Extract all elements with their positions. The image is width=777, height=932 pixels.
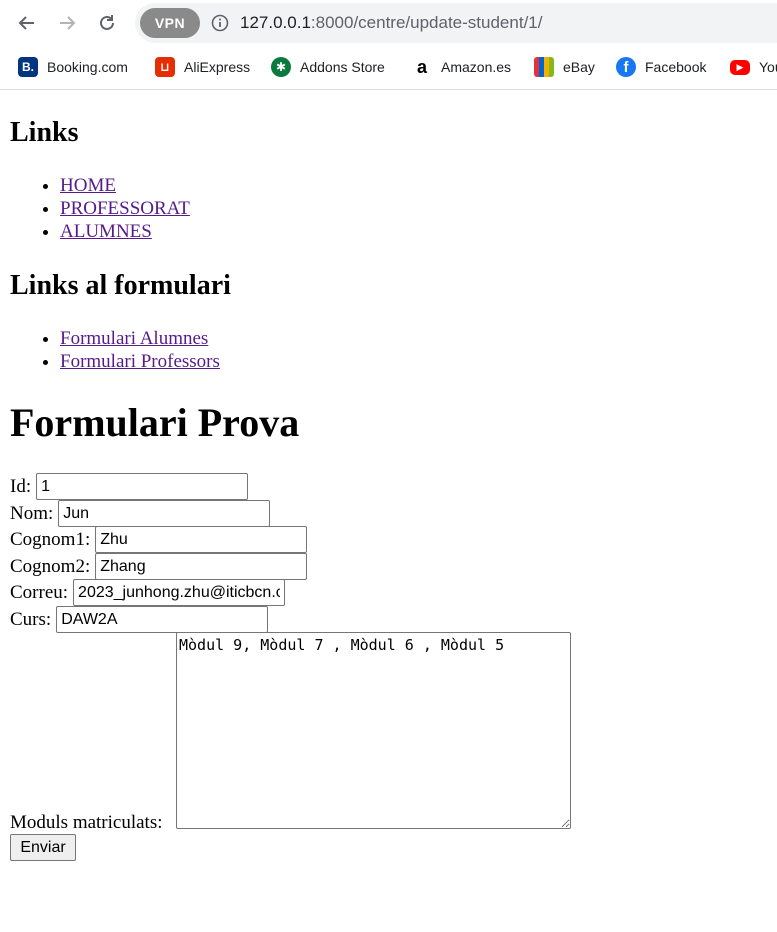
bookmark-label: eBay — [563, 59, 595, 75]
booking-icon: B. — [18, 57, 38, 77]
moduls-label: Moduls matriculats: — [10, 812, 163, 833]
cognom1-label: Cognom1: — [10, 528, 91, 550]
id-input[interactable] — [36, 473, 249, 500]
back-button[interactable] — [12, 8, 42, 38]
nom-input[interactable] — [58, 500, 271, 527]
site-info-icon[interactable] — [211, 14, 229, 32]
form-links-heading: Links al formulari — [10, 270, 231, 301]
link-home[interactable]: HOME — [60, 175, 116, 196]
links-heading: Links — [10, 117, 79, 148]
list-item: HOME — [60, 174, 190, 197]
submit-button[interactable]: Enviar — [10, 834, 76, 861]
list-item: Formulari Alumnes — [60, 327, 220, 350]
reload-icon — [100, 15, 114, 30]
url-text[interactable]: 127.0.0.1:8000/centre/update-student/1/ — [240, 13, 542, 33]
links-list: HOME PROFESSORAT ALUMNES — [0, 174, 190, 243]
addons-store-icon: ✱ — [271, 57, 291, 77]
vpn-badge[interactable]: VPN — [140, 8, 200, 38]
aliexpress-icon: ⊔ — [155, 57, 175, 77]
bookmark-label: Booking.com — [47, 59, 128, 75]
amazon-icon: a — [412, 57, 432, 77]
reload-button[interactable] — [92, 8, 122, 38]
list-item: PROFESSORAT — [60, 197, 190, 220]
nom-row: Nom: — [10, 500, 271, 527]
correu-row: Correu: — [10, 579, 286, 606]
forward-arrow-icon — [60, 16, 76, 30]
bookmark-label: Addons Store — [300, 59, 385, 75]
bookmark-aliexpress[interactable]: ⊔ AliExpress — [155, 56, 250, 78]
curs-row: Curs: — [10, 606, 269, 633]
bookmark-facebook[interactable]: f Facebook — [616, 56, 706, 78]
bookmark-amazon[interactable]: a Amazon.es — [412, 56, 511, 78]
bookmark-addons-store[interactable]: ✱ Addons Store — [271, 56, 385, 78]
curs-label: Curs: — [10, 608, 52, 630]
bookmark-youtube[interactable]: ▶ You — [730, 56, 777, 78]
link-formulari-professors[interactable]: Formulari Professors — [60, 351, 220, 372]
link-alumnes[interactable]: ALUMNES — [60, 221, 152, 242]
forward-button[interactable] — [52, 8, 82, 38]
browser-chrome: VPN 127.0.0.1:8000/centre/update-student… — [0, 0, 777, 90]
cognom1-row: Cognom1: — [10, 526, 308, 553]
bookmark-label: AliExpress — [184, 59, 251, 75]
cognom2-input[interactable] — [95, 553, 308, 580]
link-professorat[interactable]: PROFESSORAT — [60, 198, 190, 219]
curs-input[interactable] — [56, 606, 269, 633]
id-row: Id: — [10, 473, 249, 500]
cognom2-label: Cognom2: — [10, 555, 91, 577]
bookmarks-bar: B. Booking.com ⊔ AliExpress ✱ Addons Sto… — [0, 52, 777, 82]
cognom2-row: Cognom2: — [10, 553, 308, 580]
list-item: Formulari Professors — [60, 350, 220, 373]
id-label: Id: — [10, 475, 32, 497]
bookmark-label: Amazon.es — [441, 59, 512, 75]
bookmark-ebay[interactable]: ▬ eBay — [534, 56, 595, 78]
facebook-icon: f — [616, 57, 636, 77]
correu-input[interactable] — [73, 579, 286, 606]
form-links-list: Formulari Alumnes Formulari Professors — [0, 327, 220, 373]
url-host: 127.0.0.1 — [240, 13, 311, 32]
bookmark-label: You — [759, 59, 777, 75]
address-bar[interactable]: VPN 127.0.0.1:8000/centre/update-student… — [135, 3, 777, 43]
form-title: Formulari Prova — [10, 400, 300, 445]
cognom1-input[interactable] — [95, 526, 308, 553]
link-formulari-alumnes[interactable]: Formulari Alumnes — [60, 328, 208, 349]
bookmark-booking[interactable]: B. Booking.com — [18, 56, 128, 78]
bookmark-label: Facebook — [645, 59, 707, 75]
moduls-textarea[interactable]: Mòdul 9, Mòdul 7 , Mòdul 6 , Mòdul 5 — [176, 632, 571, 829]
correu-label: Correu: — [10, 581, 69, 603]
ebay-icon: ▬ — [534, 57, 554, 77]
list-item: ALUMNES — [60, 220, 190, 243]
nom-label: Nom: — [10, 502, 54, 524]
url-path: :8000/centre/update-student/1/ — [310, 13, 543, 32]
youtube-icon: ▶ — [730, 59, 750, 75]
back-arrow-icon — [18, 16, 34, 30]
